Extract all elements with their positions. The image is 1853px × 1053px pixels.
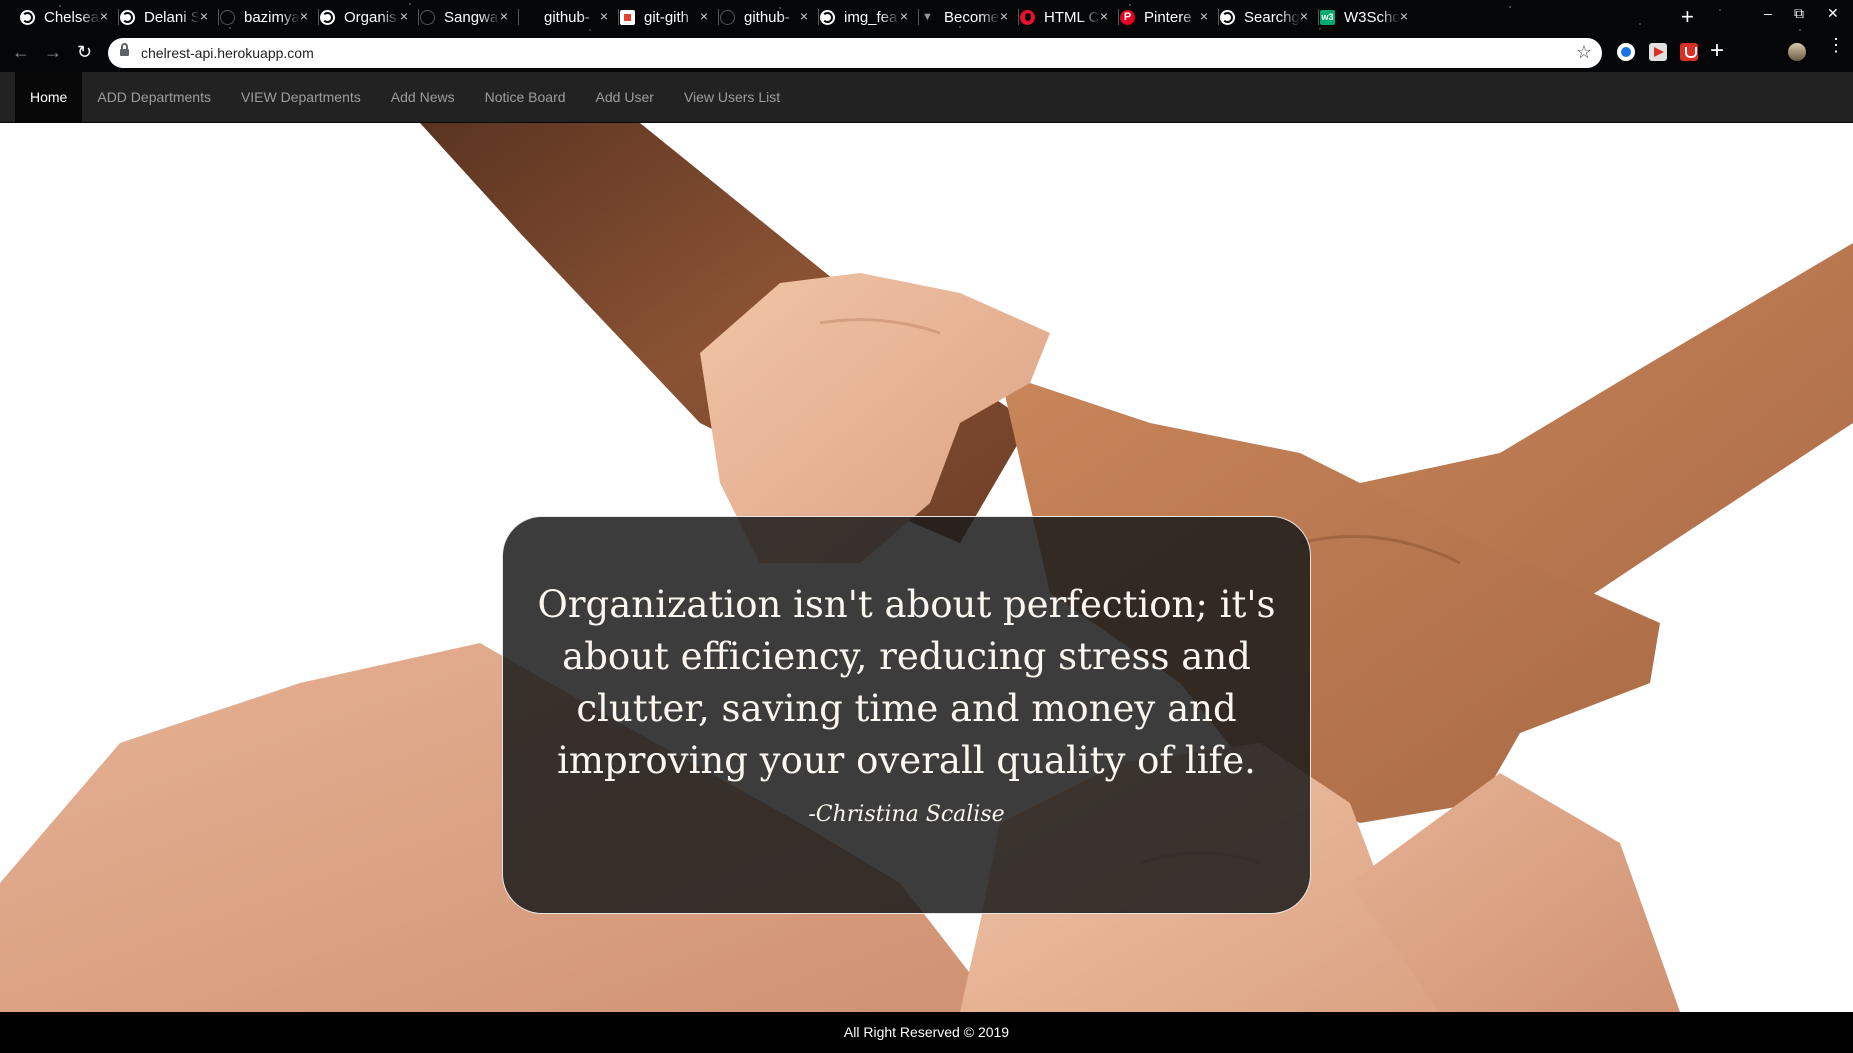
lock-icon	[120, 43, 129, 58]
nav-home[interactable]: Home	[15, 72, 83, 122]
tab-title: Delani S	[144, 8, 200, 26]
nav-add-user[interactable]: Add User	[581, 72, 669, 122]
globe-icon	[20, 9, 35, 25]
pinterest-icon: P	[1120, 9, 1135, 25]
browser-toolbar: ← → ↻ chelrest-api.herokuapp.com ☆ + ⋮	[0, 34, 1853, 72]
tab-title: W3Scho	[1344, 8, 1400, 26]
back-button[interactable]: ←	[12, 42, 30, 62]
tab-title: img_fea	[844, 8, 898, 26]
tab-title: Searchg	[1244, 8, 1300, 26]
quote-card: Organization isn't about perfection; it'…	[502, 516, 1311, 914]
tab-title: HTML C	[1044, 8, 1100, 26]
hero-section: Organization isn't about perfection; it'…	[0, 123, 1853, 1012]
github-icon	[720, 9, 735, 25]
browser-tab-strip: Chelsea × Delani S × bazimya × Organis ×…	[0, 0, 1853, 34]
reload-button[interactable]: ↻	[77, 42, 92, 62]
tab-title: Sangwa	[444, 8, 499, 26]
blank-page-icon	[520, 10, 535, 25]
tab-title: github-	[544, 8, 590, 26]
nav-add-news[interactable]: Add News	[376, 72, 470, 122]
forward-button[interactable]: →	[44, 42, 62, 62]
close-icon[interactable]: ×	[1400, 8, 1408, 24]
minimize-button[interactable]: –	[1764, 5, 1772, 21]
browser-menu-icon[interactable]: ⋮	[1827, 36, 1845, 54]
site-navbar: Home ADD Departments VIEW Departments Ad…	[0, 72, 1853, 123]
nav-notice-board[interactable]: Notice Board	[470, 72, 581, 122]
tab-title: Pintere	[1144, 8, 1192, 26]
extension-icon[interactable]	[1649, 43, 1667, 61]
globe-icon	[320, 9, 335, 25]
quote-text: Organization isn't about perfection; it'…	[537, 583, 1276, 782]
tab-title: Chelsea	[44, 8, 100, 26]
globe-icon	[820, 9, 835, 25]
opera-icon	[1020, 9, 1035, 25]
github-icon	[420, 9, 435, 25]
extension-icon[interactable]	[1617, 43, 1635, 61]
github-icon	[220, 9, 235, 25]
copyright-text: All Right Reserved © 2019	[843, 1024, 1010, 1040]
web-page: Home ADD Departments VIEW Departments Ad…	[0, 72, 1853, 1053]
nav-view-users-list[interactable]: View Users List	[669, 72, 795, 122]
add-extension-icon[interactable]: +	[1710, 37, 1724, 65]
site-footer: All Right Reserved © 2019	[0, 1012, 1853, 1053]
window-close-button[interactable]: ✕	[1827, 5, 1839, 22]
quote-author: -Christina Scalise	[808, 802, 1005, 827]
restore-button[interactable]: ⧉	[1794, 5, 1804, 22]
medium-icon: ▼	[922, 10, 933, 23]
tab-title: github-	[744, 8, 790, 26]
gitlab-icon	[620, 9, 635, 25]
nav-add-departments[interactable]: ADD Departments	[82, 72, 226, 122]
profile-avatar[interactable]	[1788, 43, 1806, 61]
globe-icon	[1220, 9, 1235, 25]
new-tab-button[interactable]: +	[1681, 4, 1694, 30]
tab-title: Organis	[344, 8, 397, 26]
address-bar[interactable]: chelrest-api.herokuapp.com ☆	[108, 38, 1602, 68]
shield-extension-icon[interactable]	[1680, 43, 1698, 61]
globe-icon	[120, 9, 135, 25]
tab-title: bazimya	[244, 8, 300, 26]
url-text[interactable]: chelrest-api.herokuapp.com	[141, 45, 314, 61]
w3schools-icon: w3	[1320, 9, 1335, 25]
nav-view-departments[interactable]: VIEW Departments	[226, 72, 376, 122]
browser-tab[interactable]: w3 W3Scho ×	[1300, 4, 1418, 30]
bookmark-star-icon[interactable]: ☆	[1576, 42, 1592, 63]
tab-title: Become	[944, 8, 1000, 26]
tab-title: git-gith	[644, 8, 690, 26]
